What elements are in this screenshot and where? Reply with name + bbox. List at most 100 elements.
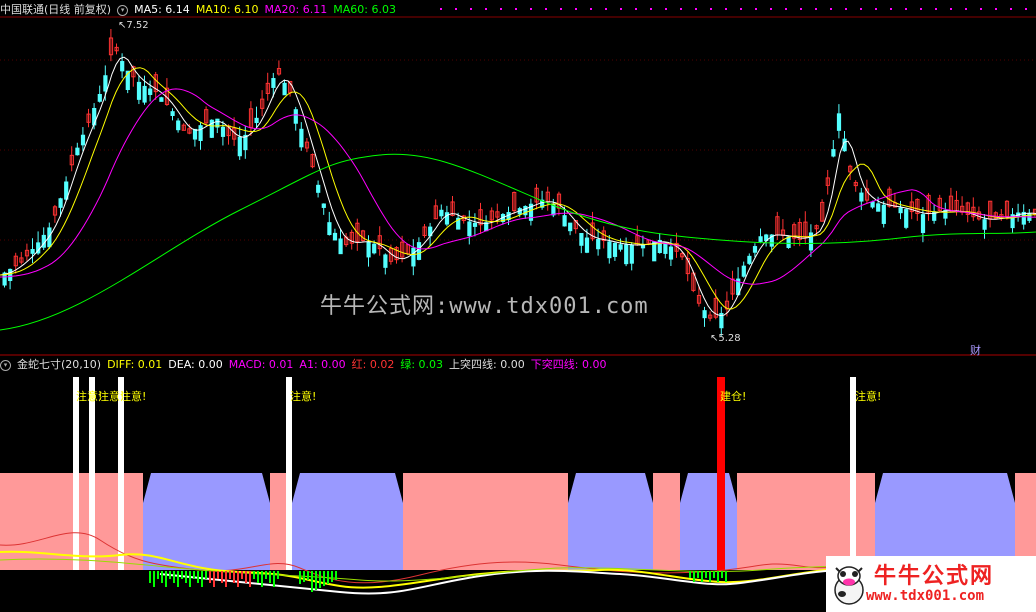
candle-body	[668, 246, 674, 260]
top-dot	[515, 8, 517, 10]
watermark-text: 牛牛公式网:www.tdx001.com	[320, 294, 649, 319]
green-value: 绿: 0.03	[400, 358, 444, 371]
top-dot	[755, 8, 757, 10]
ma20-value: MA20: 6.11	[264, 3, 328, 16]
candle-body	[58, 198, 63, 208]
top-dot	[860, 8, 862, 10]
red-value: 红: 0.02	[351, 358, 395, 371]
candle-body	[332, 232, 338, 241]
candle-body	[411, 247, 416, 267]
candle-body	[618, 244, 623, 250]
candle-body	[741, 265, 746, 277]
top-dot	[530, 8, 532, 10]
candle-body	[338, 238, 343, 255]
signal-bar	[850, 377, 856, 570]
candle-body	[808, 232, 814, 251]
top-dot	[440, 8, 442, 10]
blue-zone	[292, 473, 403, 570]
top-dot	[590, 8, 592, 10]
candle-body	[170, 111, 175, 116]
top-dot	[920, 8, 922, 10]
candle-body	[982, 219, 987, 230]
logo-title: 牛牛公式网	[874, 563, 995, 589]
candle-body	[372, 243, 377, 254]
top-dot	[830, 8, 832, 10]
candle-body	[898, 207, 903, 214]
candle-body	[142, 85, 147, 103]
candle-body	[237, 136, 242, 157]
macd-value: MACD: 0.01	[228, 358, 294, 371]
signal-label: 建仓!	[720, 390, 747, 403]
candle-body	[629, 244, 634, 264]
candle-body	[254, 117, 259, 124]
top-dot	[890, 8, 892, 10]
candle-body	[439, 209, 444, 217]
candle-body	[786, 236, 791, 248]
signal-bar	[89, 377, 95, 570]
cow-mascot-icon	[834, 566, 864, 605]
candle-body	[366, 241, 371, 258]
down-break-value: 下突四线: 0.00	[530, 358, 607, 371]
top-dot	[620, 8, 622, 10]
blue-zone	[568, 473, 653, 570]
candle-body	[562, 215, 567, 227]
candle-body	[271, 78, 276, 88]
top-dot	[770, 8, 772, 10]
stock-title[interactable]: 中国联通(日线 前复权)	[0, 3, 111, 16]
dea-value: DEA: 0.00	[168, 358, 223, 371]
candle-body	[881, 204, 886, 224]
candle-body	[282, 82, 287, 96]
ma5-value: MA5: 6.14	[134, 3, 190, 16]
candle-body	[136, 81, 142, 100]
top-dot	[845, 8, 847, 10]
candle-body	[484, 222, 489, 232]
low-price-label: ↖5.28	[710, 333, 741, 344]
top-dot	[680, 8, 682, 10]
candle-body	[607, 241, 612, 259]
candle-body	[198, 125, 203, 141]
diff-value: DIFF: 0.01	[107, 358, 163, 371]
top-dot	[455, 8, 457, 10]
candle-body	[702, 310, 707, 319]
candle-body	[327, 222, 332, 236]
candle-body	[316, 184, 321, 193]
top-dot	[725, 8, 727, 10]
top-dot	[965, 8, 967, 10]
blue-zone	[143, 473, 270, 570]
candle-body	[752, 246, 758, 253]
top-dot	[800, 8, 802, 10]
blue-zone	[680, 473, 737, 570]
candle-body	[159, 97, 164, 102]
candle-body	[321, 203, 326, 208]
candle-body	[584, 237, 590, 253]
top-dot	[485, 8, 487, 10]
candle-body	[30, 249, 35, 254]
circle-chevron-icon[interactable]: ▾	[0, 359, 11, 371]
top-dot	[575, 8, 577, 10]
candle-body	[192, 128, 198, 140]
ma60-value: MA60: 6.03	[333, 3, 396, 16]
top-dot	[980, 8, 982, 10]
candle-body	[472, 222, 478, 227]
top-dot	[740, 8, 742, 10]
ma10-value: MA10: 6.10	[195, 3, 259, 16]
indicator-header: ▾ 金蛇七寸(20,10) DIFF: 0.01 DEA: 0.00 MACD: 0.0…	[0, 358, 612, 371]
ma10-line	[0, 67, 1036, 310]
top-dot	[935, 8, 937, 10]
circle-chevron-icon[interactable]: ▾	[117, 4, 129, 16]
candle-body	[120, 61, 125, 72]
top-dot	[905, 8, 907, 10]
top-dot	[500, 8, 502, 10]
top-dot	[665, 8, 667, 10]
candle-body	[747, 255, 752, 264]
indicator-name[interactable]: 金蛇七寸(20,10)	[17, 358, 101, 371]
a1-value: A1: 0.00	[299, 358, 346, 371]
candle-body	[103, 75, 108, 92]
candle-body	[299, 128, 304, 148]
candle-body	[836, 113, 842, 131]
finance-marker[interactable]: 财	[970, 342, 981, 358]
logo-url: www.tdx001.com	[866, 588, 985, 604]
signal-label: 注意!	[120, 390, 147, 403]
signal-bar	[286, 377, 292, 570]
top-dot	[875, 8, 877, 10]
